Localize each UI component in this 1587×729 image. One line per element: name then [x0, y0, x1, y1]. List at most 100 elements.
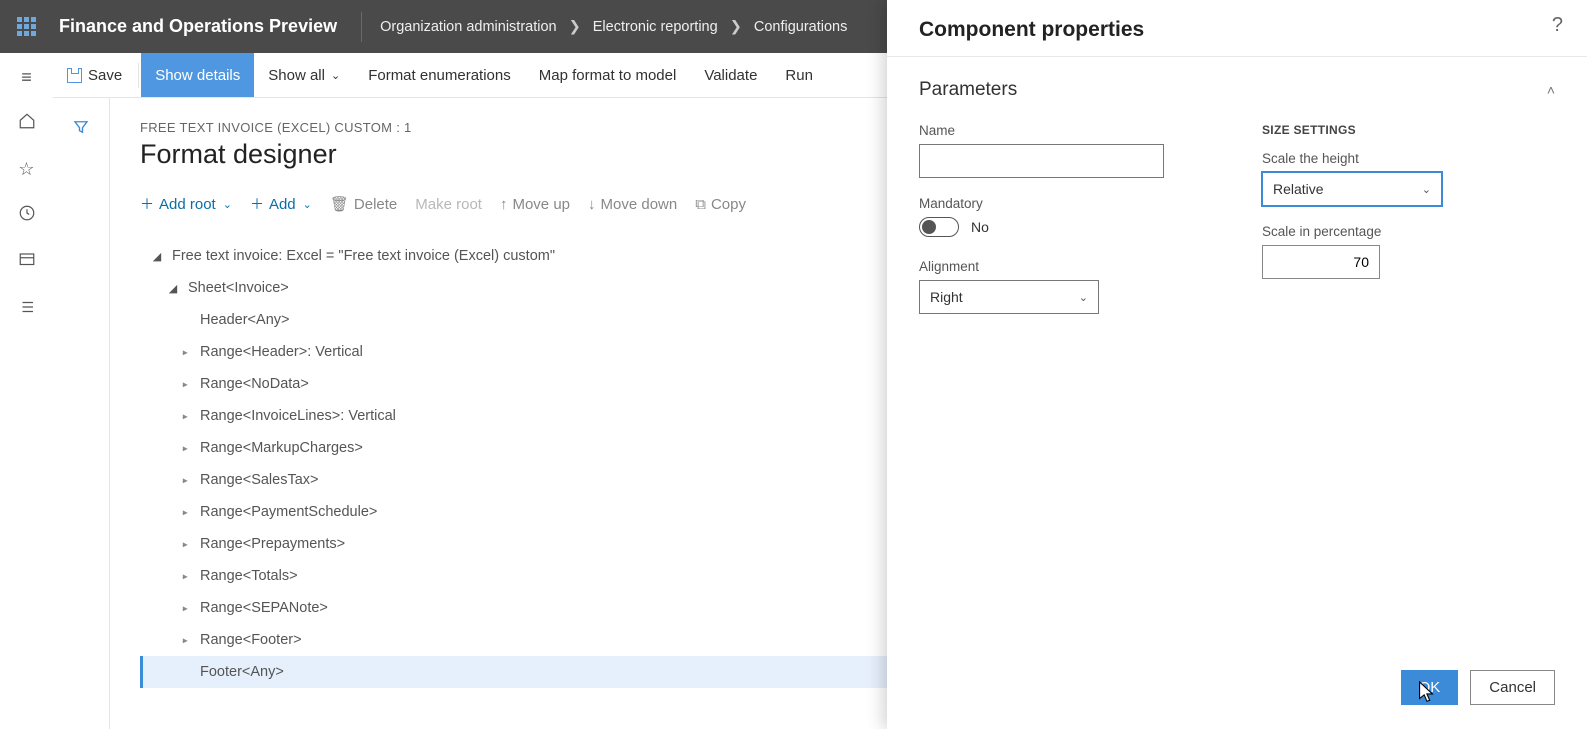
- waffle-icon: [17, 17, 36, 36]
- tree-label: Free text invoice: Excel = "Free text in…: [172, 248, 555, 264]
- expand-icon[interactable]: [180, 474, 190, 487]
- help-icon[interactable]: ?: [1552, 14, 1563, 37]
- chevron-down-icon: ⌄: [1422, 183, 1431, 196]
- expand-icon[interactable]: [180, 538, 190, 551]
- tree-label: Sheet<Invoice>: [188, 280, 289, 296]
- breadcrumb-item[interactable]: Electronic reporting: [593, 19, 718, 35]
- chevron-right-icon: ❯: [569, 19, 581, 35]
- save-icon: [67, 68, 82, 83]
- scale-height-select[interactable]: Relative ⌄: [1262, 172, 1442, 206]
- format-enumerations-button[interactable]: Format enumerations: [354, 53, 525, 97]
- name-label: Name: [919, 123, 1212, 138]
- validate-button[interactable]: Validate: [690, 53, 771, 97]
- breadcrumb-item[interactable]: Organization administration: [380, 19, 557, 35]
- scale-height-value: Relative: [1273, 181, 1324, 197]
- left-nav-rail: ≡ ☆: [0, 53, 53, 729]
- delete-button[interactable]: 🗑 Delete: [330, 195, 397, 213]
- expand-icon[interactable]: [180, 602, 190, 615]
- chevron-down-icon: ⌄: [223, 198, 232, 211]
- tree-label: Header<Any>: [200, 312, 289, 328]
- component-properties-panel: ? Component properties Parameters ˄ Name…: [887, 0, 1587, 729]
- add-root-button[interactable]: ＋ Add root ⌄: [140, 194, 232, 214]
- panel-title: Component properties: [887, 0, 1587, 57]
- chevron-down-icon: ⌄: [1079, 291, 1088, 304]
- mandatory-label: Mandatory: [919, 196, 1212, 211]
- show-all-button[interactable]: Show all ⌄: [254, 53, 354, 97]
- delete-label: Delete: [354, 196, 397, 213]
- scale-percentage-label: Scale in percentage: [1262, 224, 1555, 239]
- expand-icon[interactable]: [180, 634, 190, 647]
- cancel-button[interactable]: Cancel: [1470, 670, 1555, 705]
- tree-label: Range<Totals>: [200, 568, 298, 584]
- copy-icon: ⧉: [695, 196, 706, 213]
- plus-icon: ＋: [140, 194, 154, 214]
- name-input[interactable]: [919, 144, 1164, 178]
- expand-icon[interactable]: [180, 378, 190, 391]
- size-settings-heading: SIZE SETTINGS: [1262, 123, 1555, 137]
- chevron-right-icon: ❯: [730, 19, 742, 35]
- app-title: Finance and Operations Preview: [53, 16, 361, 37]
- move-up-button[interactable]: ↑Move up: [500, 196, 570, 213]
- expand-icon[interactable]: [180, 346, 190, 359]
- menu-icon[interactable]: ≡: [21, 67, 32, 88]
- mandatory-toggle[interactable]: [919, 217, 959, 237]
- tree-label: Range<Header>: Vertical: [200, 344, 363, 360]
- plus-icon: ＋: [250, 194, 264, 214]
- app-launcher[interactable]: [0, 17, 53, 36]
- tree-label: Range<MarkupCharges>: [200, 440, 363, 456]
- parameters-label: Parameters: [919, 79, 1017, 101]
- tree-label: Range<SEPANote>: [200, 600, 328, 616]
- separator: [138, 63, 139, 88]
- show-details-button[interactable]: Show details: [141, 53, 254, 97]
- scale-height-label: Scale the height: [1262, 151, 1555, 166]
- separator: [361, 12, 362, 42]
- tree-label: Range<InvoiceLines>: Vertical: [200, 408, 396, 424]
- arrow-up-icon: ↑: [500, 196, 508, 213]
- tree-label: Range<SalesTax>: [200, 472, 319, 488]
- breadcrumb-item[interactable]: Configurations: [754, 19, 848, 35]
- parameters-section-header[interactable]: Parameters ˄: [919, 79, 1555, 101]
- move-down-button[interactable]: ↓Move down: [588, 196, 677, 213]
- trash-icon: 🗑: [330, 195, 349, 213]
- chevron-up-icon[interactable]: ˄: [1547, 82, 1555, 98]
- tree-label: Range<Prepayments>: [200, 536, 345, 552]
- add-button[interactable]: ＋ Add ⌄: [250, 194, 312, 214]
- tree-label: Range<Footer>: [200, 632, 302, 648]
- alignment-label: Alignment: [919, 259, 1212, 274]
- expand-icon[interactable]: [180, 410, 190, 423]
- alignment-value: Right: [930, 289, 963, 305]
- copy-button[interactable]: ⧉Copy: [695, 196, 746, 213]
- tree-label: Range<PaymentSchedule>: [200, 504, 377, 520]
- chevron-down-icon: ⌄: [331, 69, 340, 82]
- filter-icon[interactable]: [72, 118, 90, 729]
- collapse-icon[interactable]: ◢: [168, 282, 178, 295]
- add-root-label: Add root: [159, 196, 216, 213]
- filter-rail: [53, 98, 110, 729]
- expand-icon[interactable]: [180, 570, 190, 583]
- expand-icon[interactable]: [180, 442, 190, 455]
- tree-label: Footer<Any>: [200, 664, 284, 680]
- collapse-icon[interactable]: ◢: [152, 250, 162, 263]
- show-all-label: Show all: [268, 67, 325, 84]
- run-button[interactable]: Run: [771, 53, 827, 97]
- show-details-label: Show details: [155, 67, 240, 84]
- home-icon[interactable]: [18, 112, 36, 135]
- list-icon[interactable]: [18, 298, 36, 321]
- chevron-down-icon: ⌄: [303, 198, 312, 211]
- ok-button[interactable]: OK: [1401, 670, 1459, 705]
- save-button[interactable]: Save: [53, 53, 136, 97]
- arrow-down-icon: ↓: [588, 196, 596, 213]
- star-icon[interactable]: ☆: [18, 159, 34, 180]
- move-up-label: Move up: [512, 196, 570, 213]
- scale-percentage-input[interactable]: [1262, 245, 1380, 279]
- tree-label: Range<NoData>: [200, 376, 309, 392]
- expand-icon[interactable]: [180, 506, 190, 519]
- alignment-select[interactable]: Right ⌄: [919, 280, 1099, 314]
- workspace-icon[interactable]: [18, 251, 36, 274]
- clock-icon[interactable]: [18, 204, 36, 227]
- make-root-button: Make root: [415, 196, 482, 213]
- mandatory-value: No: [971, 219, 989, 235]
- save-label: Save: [88, 67, 122, 84]
- map-format-button[interactable]: Map format to model: [525, 53, 691, 97]
- add-label: Add: [269, 196, 296, 213]
